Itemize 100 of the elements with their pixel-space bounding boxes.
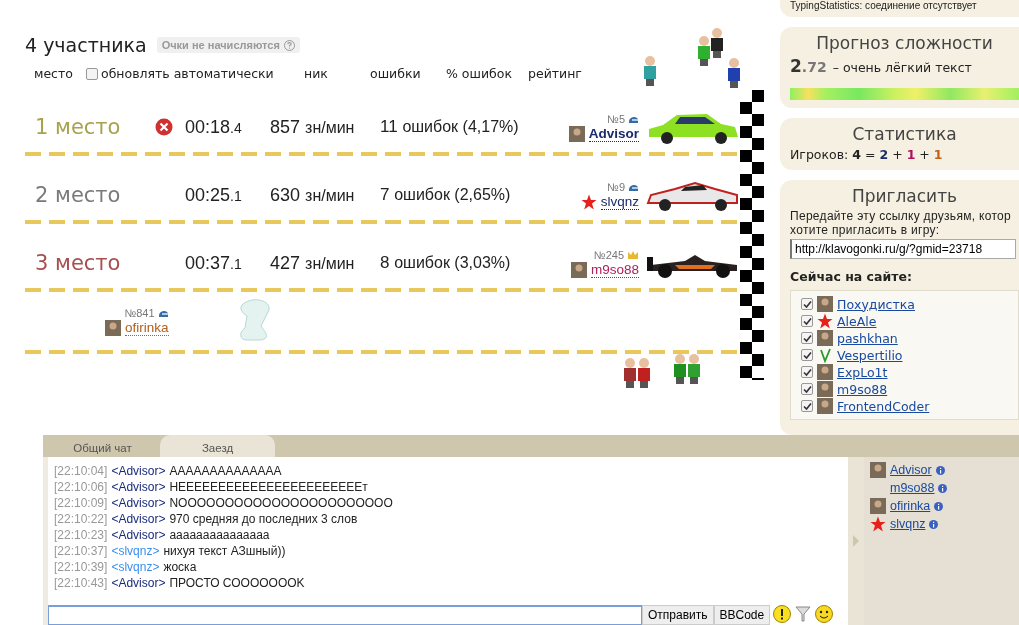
warning-icon [773,605,792,623]
message-time: [22:10:39] [54,559,108,575]
message-time: [22:10:43] [54,575,108,591]
rank-number: №5 [607,112,625,125]
connection-status: соединение отсутствует [865,0,977,11]
panel-title: Пригласить [850,186,959,206]
error-count: 7 ошибок (2,65%) [380,185,512,205]
info-icon [929,519,939,529]
info-icon [934,501,944,511]
user-checkbox[interactable] [801,315,813,327]
online-title: Сейчас на сайте: [790,269,913,284]
message-time: [22:10:04] [54,463,108,479]
auto-update-checkbox[interactable] [86,67,98,80]
info-icon [938,483,948,493]
user-checkbox[interactable] [801,332,813,344]
user-link[interactable]: m9so88 [837,381,888,397]
message-author: <slvqnz> [111,559,160,575]
finish-time: 00:37.1 [185,252,243,274]
error-count: 11 ошибок (4,17%) [380,117,520,137]
message-time: [22:10:23] [54,527,108,543]
player-name-link[interactable]: m9so88 [590,261,639,278]
user-link[interactable]: ofirinka [890,499,931,513]
place-label: 2 место [34,183,122,207]
rank-number: №9 [607,180,625,193]
player-name-link[interactable]: slvqnz [600,193,639,210]
message-time: [22:10:06] [54,479,108,495]
help-icon [283,39,295,51]
panel-title: Статистика [851,124,958,144]
message-text: жоска [163,559,197,575]
message-text: NOOOOOOOOOOOOOOOOOOOOOOO [169,495,393,511]
column-header: ник [304,66,329,81]
column-header: ошибки [370,66,422,81]
message-text: 970 средняя до последних 3 слов [169,511,358,527]
user-checkbox[interactable] [801,400,813,412]
message-author: <Advisor> [111,575,166,591]
user-link[interactable]: Похудистка [837,296,915,312]
difficulty-score: 2.72 [790,56,827,76]
message-text: HEEEEEEEEEEEEEEEEEEEEEEEт [169,479,368,495]
column-header: рейтинг [528,66,583,81]
message-time: [22:10:37] [54,543,108,559]
user-link[interactable]: ExpLo1t [837,364,888,380]
user-link[interactable]: AleAle [837,313,877,329]
rank-number: №841 [124,306,155,319]
filter-icon [794,605,813,623]
message-author: <Advisor> [111,527,166,543]
user-checkbox[interactable] [801,349,813,361]
info-icon [935,465,945,475]
player-name-link[interactable]: ofirinka [125,319,169,336]
players-label: Игроков: [790,147,849,162]
place-label: 3 место [34,251,122,275]
error-count: 8 ошибок (3,03%) [380,253,512,273]
finish-time: 00:25.1 [185,184,243,206]
message-author: <Advisor> [111,495,166,511]
players-count: 1 [933,147,943,162]
chat-tab[interactable]: Заезд [160,435,275,457]
rank-number: №245 [593,248,624,261]
invite-text: Передайте эту ссылку друзьям, котор [790,209,1012,223]
invite-text: хотите пригласить в игру: [790,223,941,237]
user-link[interactable]: m9so88 [890,481,935,495]
user-checkbox[interactable] [801,366,813,378]
stat-label: TypingStatistics: [790,0,864,11]
place-label: 1 место [34,115,122,139]
typing-speed: 857 зн/мин [270,116,356,138]
user-link[interactable]: Vespertilio [837,347,903,363]
message-text: ПРОСТО СОООOOOOK [169,575,305,591]
difficulty-description: – очень лёгкий текст [832,60,972,75]
user-link[interactable]: Advisor [890,463,932,477]
user-checkbox[interactable] [801,298,813,310]
typing-speed: 630 зн/мин [270,184,356,206]
equals-sign: = [865,147,876,162]
send-button[interactable]: Отправить [642,605,714,625]
invite-link-field[interactable]: http://klavogonki.ru/g/?gmid=23718 [790,239,1016,259]
message-text: ааааааааааааааа [169,527,270,543]
message-author: <Advisor> [111,511,166,527]
message-author: <Advisor> [111,479,166,495]
user-link[interactable]: FrontendCoder [837,398,930,414]
players-count: 2 [879,147,889,162]
message-author: <slvqnz> [111,543,160,559]
message-text: нихуя текст АЗшный)) [163,543,286,559]
player-name-link[interactable]: Advisor [588,125,639,142]
chat-tab[interactable]: Общий чат [45,435,160,457]
no-points-badge: Очки не начисляются [156,37,300,53]
smiley-icon [815,605,834,623]
user-link[interactable]: slvqnz [890,517,926,531]
checkbox-label: обновлять автоматически [101,66,274,81]
column-header: место [34,66,74,81]
message-time: [22:10:09] [54,495,108,511]
message-author: <Advisor> [111,463,166,479]
players-count: 1 [906,147,916,162]
message-text: AAAAAAAAAAAAAA [169,463,282,479]
bbcode-button[interactable]: BBCode [713,605,771,625]
plus-sign: + [892,147,903,162]
chat-input-field[interactable] [48,605,642,625]
plus-sign: + [919,147,930,162]
players-total: 4 [852,147,861,162]
column-header: % ошибок [446,66,513,81]
panel-title: Прогноз сложности [815,33,994,53]
participants-count: 4 участника [25,34,147,56]
user-checkbox[interactable] [801,383,813,395]
user-link[interactable]: pashkhan [837,330,898,346]
